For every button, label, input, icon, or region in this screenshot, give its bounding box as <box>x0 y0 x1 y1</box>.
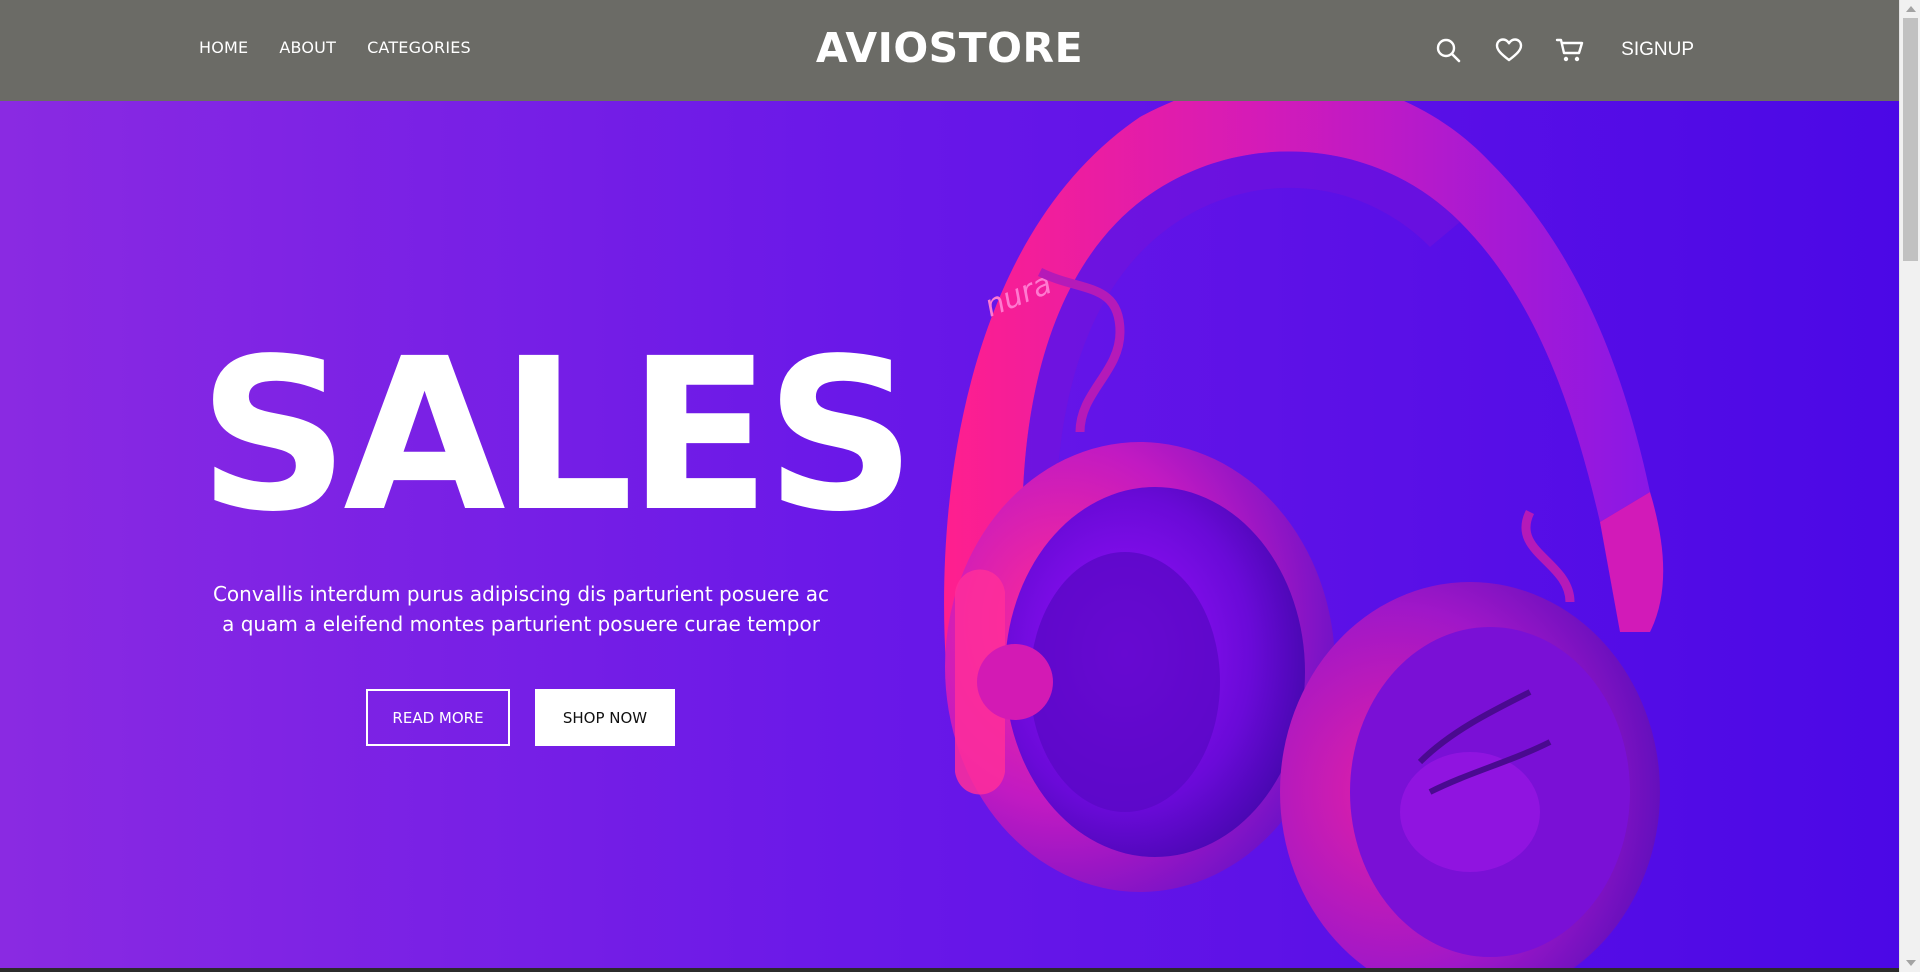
nav-about-link[interactable]: ABOUT <box>279 38 336 57</box>
signup-link[interactable]: SIGNUP <box>1621 39 1694 61</box>
page: HOME ABOUT CATEGORIES AVIOSTORE SIGNUP S… <box>0 0 1899 972</box>
heart-icon[interactable] <box>1489 30 1529 70</box>
search-icon[interactable] <box>1428 30 1468 70</box>
scroll-up-icon[interactable] <box>1906 6 1916 12</box>
hero-description: Convallis interdum purus adipiscing dis … <box>212 582 830 636</box>
read-more-button[interactable]: READ MORE <box>366 689 510 746</box>
vertical-scrollbar[interactable] <box>1899 0 1920 972</box>
page-bottom-edge <box>0 968 1899 972</box>
header-actions: SIGNUP <box>1407 30 1694 70</box>
site-header: HOME ABOUT CATEGORIES AVIOSTORE SIGNUP <box>0 0 1899 101</box>
scroll-thumb[interactable] <box>1903 18 1918 261</box>
logo-text[interactable]: AVIOSTORE <box>816 24 1083 72</box>
headphones-image: nura <box>944 77 1664 972</box>
nav-home-link[interactable]: HOME <box>199 38 248 57</box>
nav-categories-link[interactable]: CATEGORIES <box>367 38 471 57</box>
scroll-down-icon[interactable] <box>1906 960 1916 966</box>
main-nav: HOME ABOUT CATEGORIES <box>199 38 471 57</box>
shop-now-button[interactable]: SHOP NOW <box>535 689 675 746</box>
cart-icon[interactable] <box>1550 30 1590 70</box>
hero-title: SALES <box>198 313 916 558</box>
